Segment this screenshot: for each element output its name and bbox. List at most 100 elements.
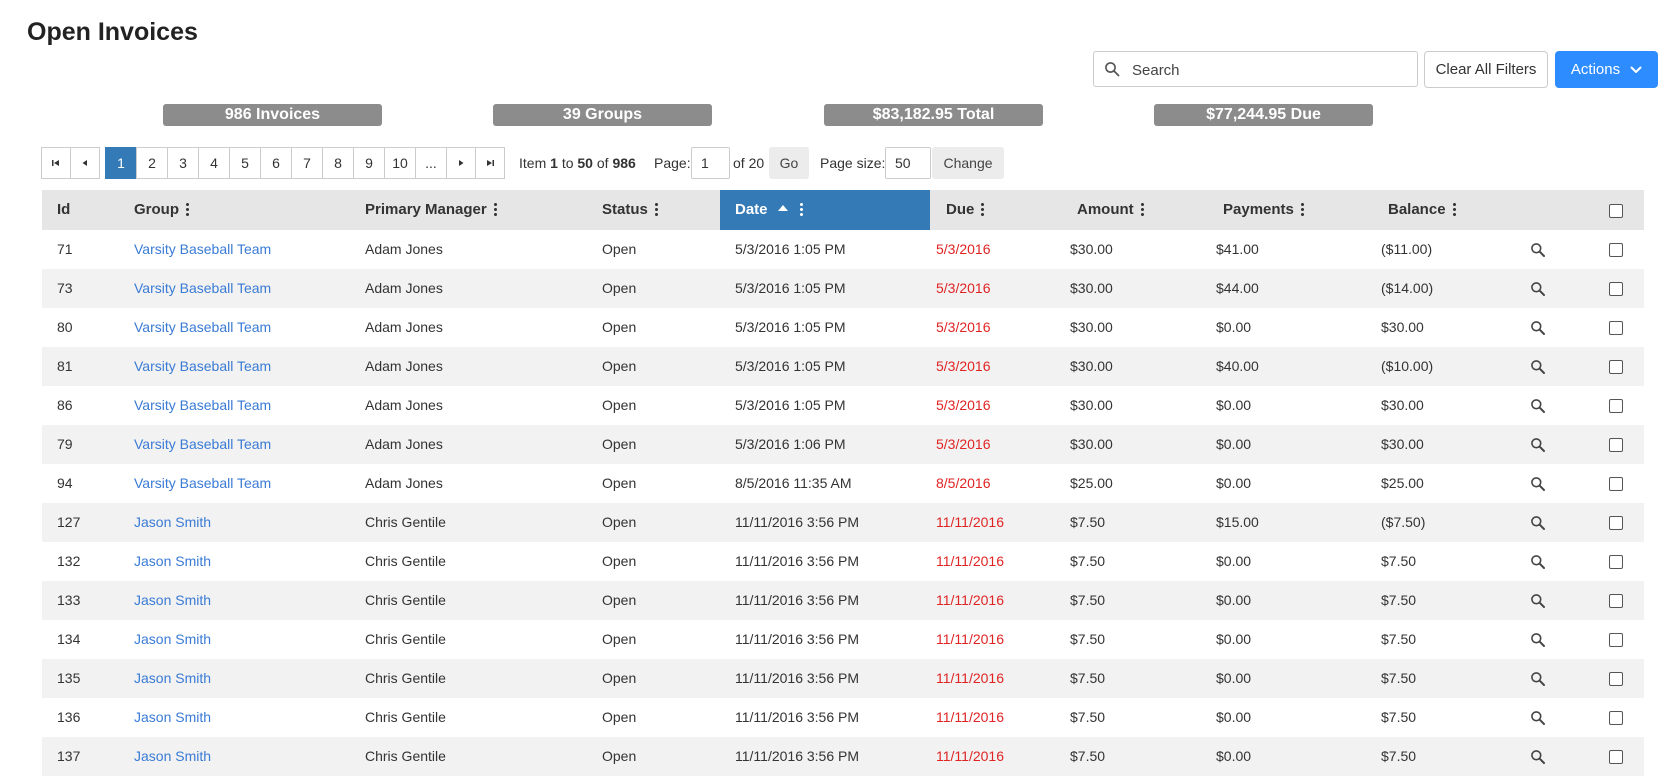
group-link[interactable]: Varsity Baseball Team <box>134 230 271 269</box>
table-row[interactable]: 94 Varsity Baseball Team Adam Jones Open 8/5… <box>42 464 1644 503</box>
row-checkbox[interactable] <box>1609 711 1623 725</box>
table-row[interactable]: 136 Jason Smith Chris Gentile Open 11/11/201… <box>42 698 1644 737</box>
table-row[interactable]: 135 Jason Smith Chris Gentile Open 11/11/201… <box>42 659 1644 698</box>
magnifier-icon[interactable] <box>1530 671 1546 690</box>
table-row[interactable]: 81 Varsity Baseball Team Adam Jones Open 5/3… <box>42 347 1644 386</box>
magnifier-icon[interactable] <box>1530 359 1546 378</box>
page-button[interactable]: 6 <box>260 147 292 179</box>
table-row[interactable]: 133 Jason Smith Chris Gentile Open 11/11/201… <box>42 581 1644 620</box>
page-button[interactable]: 10 <box>384 147 416 179</box>
page-button[interactable]: 4 <box>198 147 230 179</box>
sort-ascending-icon <box>777 205 788 212</box>
group-link[interactable]: Varsity Baseball Team <box>134 347 271 386</box>
group-link[interactable]: Jason Smith <box>134 581 211 620</box>
more-pages-button[interactable]: ... <box>415 147 447 179</box>
group-link[interactable]: Varsity Baseball Team <box>134 308 271 347</box>
magnifier-icon[interactable] <box>1530 554 1546 573</box>
column-menu-icon[interactable] <box>1300 201 1304 218</box>
row-checkbox[interactable] <box>1609 321 1623 335</box>
table-row[interactable]: 73 Varsity Baseball Team Adam Jones Open 5/3… <box>42 269 1644 308</box>
row-checkbox[interactable] <box>1609 477 1623 491</box>
next-page-button[interactable] <box>446 147 476 179</box>
group-link[interactable]: Jason Smith <box>134 503 211 542</box>
row-checkbox[interactable] <box>1609 672 1623 686</box>
column-header-date[interactable]: Date <box>720 190 930 230</box>
group-link[interactable]: Jason Smith <box>134 620 211 659</box>
page-button[interactable]: 3 <box>167 147 199 179</box>
group-link[interactable]: Jason Smith <box>134 737 211 776</box>
select-all-checkbox[interactable] <box>1609 204 1623 218</box>
column-menu-icon[interactable] <box>186 201 189 218</box>
row-checkbox[interactable] <box>1609 750 1623 764</box>
last-page-button[interactable] <box>475 147 505 179</box>
column-header-due[interactable]: Due <box>946 190 985 230</box>
column-header-amount[interactable]: Amount <box>1077 190 1144 230</box>
page-size-input[interactable]: 50 <box>885 147 931 179</box>
table-row[interactable]: 137 Jason Smith Chris Gentile Open 11/11/201… <box>42 737 1644 776</box>
column-menu-icon[interactable] <box>493 201 497 218</box>
search-input[interactable] <box>1124 53 1419 87</box>
actions-button[interactable]: Actions <box>1555 51 1658 88</box>
magnifier-icon[interactable] <box>1530 632 1546 651</box>
magnifier-icon[interactable] <box>1530 281 1546 300</box>
row-checkbox[interactable] <box>1609 282 1623 296</box>
go-button[interactable]: Go <box>769 147 809 179</box>
magnifier-icon[interactable] <box>1530 320 1546 339</box>
change-page-size-button[interactable]: Change <box>932 147 1004 179</box>
column-header-payments[interactable]: Payments <box>1223 190 1304 230</box>
group-link[interactable]: Jason Smith <box>134 698 211 737</box>
magnifier-icon[interactable] <box>1530 593 1546 612</box>
magnifier-icon[interactable] <box>1530 749 1546 768</box>
magnifier-icon[interactable] <box>1530 398 1546 417</box>
column-header-id[interactable]: Id <box>57 190 70 230</box>
magnifier-icon[interactable] <box>1530 710 1546 729</box>
page-button[interactable]: 1 <box>105 147 137 179</box>
row-checkbox[interactable] <box>1609 399 1623 413</box>
table-row[interactable]: 86 Varsity Baseball Team Adam Jones Open 5/3… <box>42 386 1644 425</box>
first-page-button[interactable] <box>41 147 71 179</box>
magnifier-icon[interactable] <box>1530 242 1546 261</box>
page-button[interactable]: 5 <box>229 147 261 179</box>
magnifier-icon[interactable] <box>1530 437 1546 456</box>
column-header-status[interactable]: Status <box>602 190 658 230</box>
group-link[interactable]: Varsity Baseball Team <box>134 386 271 425</box>
column-menu-icon[interactable] <box>1140 201 1144 218</box>
column-menu-icon[interactable] <box>654 201 658 218</box>
column-menu-icon[interactable] <box>1452 201 1456 218</box>
row-checkbox[interactable] <box>1609 243 1623 257</box>
cell-status: Open <box>602 280 637 296</box>
page-button[interactable]: 9 <box>353 147 385 179</box>
magnifier-icon[interactable] <box>1530 476 1546 495</box>
clear-all-filters-button[interactable]: Clear All Filters <box>1424 51 1548 88</box>
row-checkbox[interactable] <box>1609 633 1623 647</box>
row-checkbox[interactable] <box>1609 555 1623 569</box>
row-checkbox[interactable] <box>1609 516 1623 530</box>
column-menu-icon[interactable] <box>799 201 803 218</box>
table-row[interactable]: 79 Varsity Baseball Team Adam Jones Open 5/3… <box>42 425 1644 464</box>
column-header-balance[interactable]: Balance <box>1388 190 1456 230</box>
table-row[interactable]: 71 Varsity Baseball Team Adam Jones Open 5/3… <box>42 230 1644 269</box>
row-checkbox[interactable] <box>1609 594 1623 608</box>
group-link[interactable]: Varsity Baseball Team <box>134 425 271 464</box>
page-button[interactable]: 8 <box>322 147 354 179</box>
column-menu-icon[interactable] <box>981 201 985 218</box>
row-checkbox[interactable] <box>1609 438 1623 452</box>
row-checkbox[interactable] <box>1609 360 1623 374</box>
magnifier-icon[interactable] <box>1530 515 1546 534</box>
group-link[interactable]: Varsity Baseball Team <box>134 269 271 308</box>
group-link[interactable]: Jason Smith <box>134 542 211 581</box>
previous-page-button[interactable] <box>70 147 100 179</box>
table-row[interactable]: 127 Jason Smith Chris Gentile Open 11/11/201… <box>42 503 1644 542</box>
page-button[interactable]: 2 <box>136 147 168 179</box>
table-row[interactable]: 132 Jason Smith Chris Gentile Open 11/11/201… <box>42 542 1644 581</box>
page-button[interactable]: 7 <box>291 147 323 179</box>
group-link[interactable]: Varsity Baseball Team <box>134 464 271 503</box>
search-box[interactable] <box>1093 51 1419 87</box>
group-link[interactable]: Jason Smith <box>134 659 211 698</box>
column-header-primary-manager[interactable]: Primary Manager <box>365 190 497 230</box>
table-row[interactable]: 80 Varsity Baseball Team Adam Jones Open 5/3… <box>42 308 1644 347</box>
table-row[interactable]: 134 Jason Smith Chris Gentile Open 11/11/201… <box>42 620 1644 659</box>
page-number-input[interactable]: 1 <box>691 147 730 179</box>
cell-date: 11/11/2016 3:56 PM <box>735 514 860 530</box>
column-header-group[interactable]: Group <box>134 190 189 230</box>
